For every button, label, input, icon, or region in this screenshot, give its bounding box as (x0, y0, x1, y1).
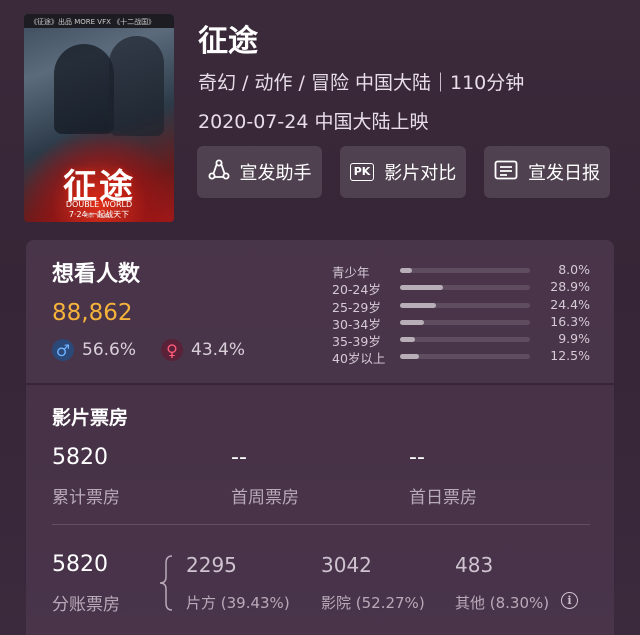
age-row: 青少年 8.0% (332, 262, 590, 280)
movie-genres: 奇幻 / 动作 / 冒险 中国大陆｜110分钟 (198, 72, 525, 94)
age-bar (400, 354, 530, 360)
poster-band-text: 《征途》出品 MORE VFX 《十二战国》 (30, 18, 156, 26)
other-share-value: 483 (455, 553, 494, 577)
male-pct: 56.6% (82, 340, 137, 360)
movie-header: 《征途》出品 MORE VFX 《十二战国》 征途 DOUBLE WORLD 7·… (0, 0, 640, 232)
brace-icon (159, 555, 173, 611)
male-icon: ♂ (52, 339, 74, 361)
first-week-label: 首周票房 (231, 488, 299, 508)
first-day-value: -- (409, 445, 425, 470)
poster-english-title: DOUBLE WORLD (65, 200, 133, 209)
poster-figure (54, 44, 114, 134)
male-share: ♂ 56.6% (52, 339, 136, 361)
age-label: 30-34岁 (332, 316, 381, 332)
movie-compare-label: 影片对比 (384, 163, 457, 184)
age-row: 35-39岁 9.9% (332, 331, 590, 350)
age-pct: 8.0% (558, 262, 590, 277)
movie-poster[interactable]: 《征途》出品 MORE VFX 《十二战国》 征途 DOUBLE WORLD 7·… (24, 14, 174, 222)
cinema-share-value: 3042 (321, 553, 372, 577)
movie-compare-button[interactable]: PK 影片对比 (340, 146, 466, 198)
box-office-label: 影片票房 (52, 407, 129, 429)
poster-band: 《征途》出品 MORE VFX 《十二战国》 (24, 14, 174, 28)
divider (52, 524, 590, 525)
age-label: 25-29岁 (332, 299, 381, 315)
age-pct: 28.9% (550, 279, 590, 295)
poster-footer: 电影《征途》 (83, 213, 114, 219)
want-to-see-count: 88,862 (52, 300, 133, 326)
share-network-icon (208, 159, 230, 186)
info-icon[interactable]: i (561, 592, 578, 609)
age-bar-fill (400, 302, 437, 308)
age-bar-fill (400, 354, 419, 360)
report-icon (494, 160, 518, 185)
age-label: 40岁以上 (332, 351, 386, 367)
cinema-share-label: 影院 (52.27%) (321, 594, 425, 612)
poster-figure (109, 36, 164, 136)
female-icon: ♀ (161, 339, 183, 361)
age-label: 20-24岁 (332, 282, 381, 298)
age-row: 30-34岁 16.3% (332, 313, 590, 332)
age-label: 青少年 (332, 265, 370, 280)
daily-report-button[interactable]: 宣发日报 (484, 146, 610, 198)
split-box-office-label: 分账票房 (52, 595, 120, 615)
age-bar (400, 337, 530, 343)
movie-release: 2020-07-24 中国大陆上映 (198, 111, 429, 133)
total-box-office-label: 累计票房 (52, 488, 120, 508)
age-bar-fill (400, 337, 415, 343)
age-bar (400, 302, 530, 308)
age-distribution: 青少年 8.0% 20-24岁 28.9% 25-29岁 24.4% 30-34岁 16… (332, 262, 590, 366)
other-share-label: 其他 (8.30%) (455, 594, 550, 612)
age-pct: 16.3% (550, 313, 590, 329)
age-bar-fill (400, 319, 425, 325)
female-share: ♀ 43.4% (161, 339, 245, 361)
want-to-see-label: 想看人数 (52, 262, 141, 287)
movie-title: 征途 (198, 24, 258, 59)
pk-icon: PK (349, 163, 375, 181)
age-bar (400, 268, 530, 273)
age-bar-fill (400, 285, 444, 291)
age-pct: 24.4% (550, 296, 590, 312)
age-row: 20-24岁 28.9% (332, 279, 590, 298)
producer-share-label: 片方 (39.43%) (186, 594, 290, 612)
split-box-office-value: 5820 (52, 552, 108, 577)
producer-share-value: 2295 (186, 553, 237, 577)
age-bar (400, 285, 530, 291)
age-bar (400, 319, 530, 325)
promo-assistant-button[interactable]: 宣发助手 (197, 146, 322, 198)
first-week-value: -- (231, 445, 247, 470)
age-row: 25-29岁 24.4% (332, 296, 590, 315)
age-pct: 12.5% (550, 348, 590, 364)
first-day-label: 首日票房 (409, 488, 477, 508)
age-bar-fill (400, 268, 412, 273)
daily-report-label: 宣发日报 (528, 163, 600, 184)
promo-assistant-label: 宣发助手 (239, 163, 312, 184)
age-label: 35-39岁 (332, 334, 381, 350)
total-box-office-value: 5820 (52, 445, 108, 470)
female-pct: 43.4% (191, 340, 246, 360)
age-row: 40岁以上 12.5% (332, 348, 590, 367)
age-pct: 9.9% (558, 331, 590, 347)
